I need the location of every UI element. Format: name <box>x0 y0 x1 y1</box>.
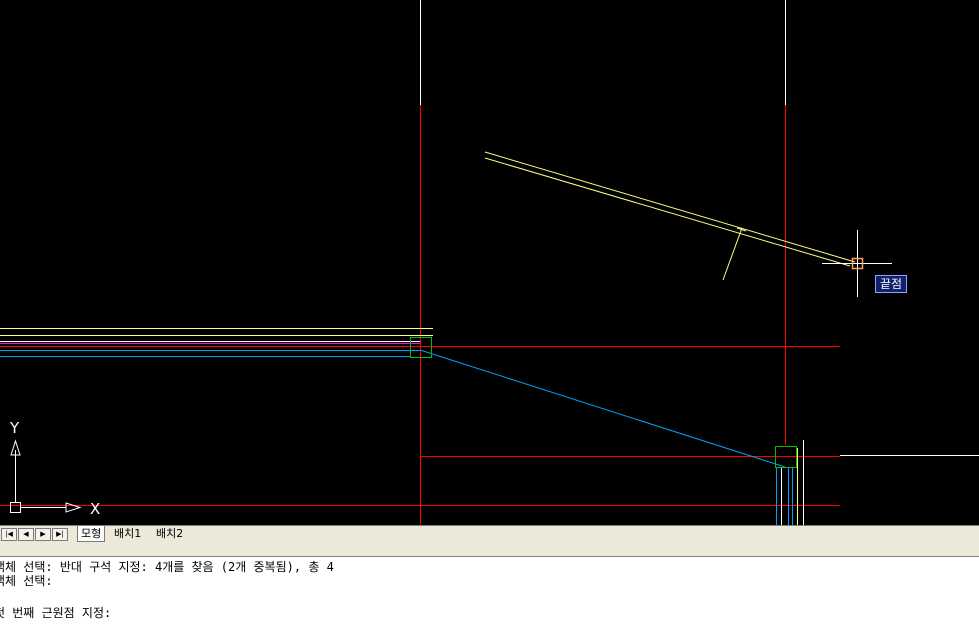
yellow-line[interactable] <box>722 227 743 281</box>
tab-layout2[interactable]: 배치2 <box>153 526 186 541</box>
command-history-line: 객체 선택: <box>0 574 53 588</box>
tab-model[interactable]: 모형 <box>77 526 106 542</box>
cyan-line[interactable] <box>419 349 786 468</box>
yellow-line[interactable] <box>484 151 856 263</box>
command-input[interactable]: 첫 번째 근원점 지정: <box>0 605 979 627</box>
ucs-x-label: X <box>90 500 100 518</box>
ucs-y-label: Y <box>9 419 20 437</box>
drawing-canvas[interactable]: Y X 끝점 <box>0 0 979 525</box>
tab-prev-button[interactable]: ◀ <box>18 528 34 541</box>
layout-tab-bar: |◀ ◀ ▶ ▶| 모형 배치1 배치2 <box>0 525 979 542</box>
splitter-bar[interactable] <box>0 542 979 556</box>
snap-tooltip: 끝점 <box>875 275 908 293</box>
tab-next-button[interactable]: ▶ <box>35 528 51 541</box>
command-history-line: 객체 선택: 반대 구석 지정: 4개를 찾음 (2개 중복됨), 총 4 <box>0 560 334 574</box>
command-history: 객체 선택: 반대 구석 지정: 4개를 찾음 (2개 중복됨), 총 4 객체… <box>0 556 979 606</box>
drawing-svg[interactable]: Y X <box>0 0 979 525</box>
tab-last-button[interactable]: ▶| <box>52 528 68 541</box>
yellow-line[interactable] <box>484 157 851 267</box>
tab-first-button[interactable]: |◀ <box>1 528 17 541</box>
tab-layout1[interactable]: 배치1 <box>111 526 144 541</box>
ucs-icon <box>10 439 82 513</box>
command-prompt: 첫 번째 근원점 지정: <box>0 606 112 620</box>
